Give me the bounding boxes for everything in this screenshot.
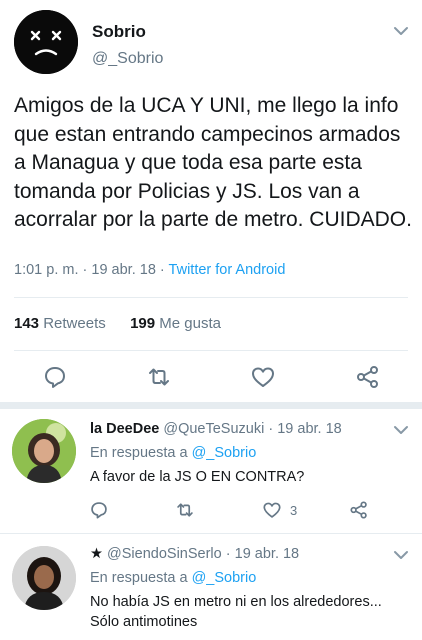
- heart-icon: [263, 502, 281, 518]
- likes-stat[interactable]: 199 Me gusta: [130, 315, 221, 332]
- reply-header: ★ @SiendoSinSerlo · 19 abr. 18: [90, 546, 299, 562]
- chevron-down-icon[interactable]: [392, 22, 410, 40]
- tweet-time: 1:01 p. m.: [14, 262, 79, 278]
- reply-header: la DeeDee @QueTeSuzuki · 19 abr. 18: [90, 421, 342, 437]
- meta-separator: ·: [82, 262, 88, 278]
- reply-author-handle[interactable]: @SiendoSinSerlo: [107, 546, 222, 562]
- reply-tweet[interactable]: ★ @SiendoSinSerlo · 19 abr. 18 En respue…: [0, 534, 422, 640]
- retweet-button[interactable]: [175, 500, 195, 520]
- reply-author-handle[interactable]: @QueTeSuzuki: [163, 421, 264, 437]
- retweet-icon: [177, 503, 193, 517]
- share-icon: [350, 501, 367, 519]
- meta-separator: ·: [225, 546, 231, 562]
- share-button[interactable]: [355, 364, 381, 390]
- avatar[interactable]: [12, 546, 76, 610]
- retweet-icon: [149, 368, 169, 386]
- heart-icon: [252, 367, 274, 387]
- share-icon: [357, 366, 378, 388]
- reply-date: 19 abr. 18: [234, 546, 300, 562]
- tweet-stats: 143 Retweets 199 Me gusta: [14, 315, 221, 332]
- reply-context: En respuesta a @_Sobrio: [90, 570, 257, 586]
- author-handle[interactable]: @_Sobrio: [92, 50, 163, 68]
- like-button[interactable]: [250, 364, 276, 390]
- reply-button[interactable]: [42, 364, 68, 390]
- reply-text: A favor de la JS O EN CONTRA?: [90, 469, 305, 485]
- reply-text: No había JS en metro ni en los alrededor…: [90, 592, 410, 632]
- meta-separator: ·: [159, 262, 165, 278]
- chevron-down-icon[interactable]: [392, 546, 410, 564]
- section-separator: [0, 402, 422, 409]
- author-name[interactable]: Sobrio: [92, 22, 146, 42]
- reply-tweet[interactable]: la DeeDee @QueTeSuzuki · 19 abr. 18 En r…: [0, 409, 422, 531]
- avatar-photo: [12, 419, 76, 483]
- reply-text-line: Sólo antimotines: [90, 614, 198, 630]
- tweet-date: 19 abr. 18: [91, 262, 156, 278]
- like-count: 3: [290, 503, 298, 518]
- reply-date: 19 abr. 18: [277, 421, 342, 437]
- tweet-meta: 1:01 p. m. · 19 abr. 18 · Twitter for An…: [14, 262, 285, 278]
- reply-author-name[interactable]: la DeeDee: [90, 421, 159, 437]
- reply-context: En respuesta a @_Sobrio: [90, 445, 257, 461]
- retweets-stat[interactable]: 143 Retweets: [14, 315, 106, 332]
- avatar[interactable]: [12, 419, 76, 483]
- main-tweet: Sobrio @_Sobrio Amigos de la UCA Y UNI, …: [0, 0, 422, 402]
- reply-author-name[interactable]: ★: [90, 546, 103, 562]
- sad-face-avatar: [14, 10, 78, 74]
- reply-text-line: No había JS en metro ni en los alrededor…: [90, 594, 382, 610]
- reply-mention-link[interactable]: @_Sobrio: [192, 445, 257, 461]
- avatar[interactable]: [14, 10, 78, 74]
- reply-icon: [91, 502, 107, 519]
- tweet-text: Amigos de la UCA Y UNI, me llego la info…: [14, 94, 412, 231]
- reply-button[interactable]: [89, 500, 109, 520]
- share-button[interactable]: [349, 500, 369, 520]
- chevron-down-icon[interactable]: [392, 421, 410, 439]
- reply-mention-link[interactable]: @_Sobrio: [192, 570, 257, 586]
- divider: [14, 350, 408, 351]
- like-button[interactable]: [262, 500, 282, 520]
- meta-separator: ·: [268, 421, 274, 437]
- divider: [14, 297, 408, 298]
- reply-icon: [45, 367, 65, 388]
- tweet-source-link[interactable]: Twitter for Android: [169, 262, 286, 278]
- avatar-photo: [12, 546, 76, 610]
- retweet-button[interactable]: [146, 364, 172, 390]
